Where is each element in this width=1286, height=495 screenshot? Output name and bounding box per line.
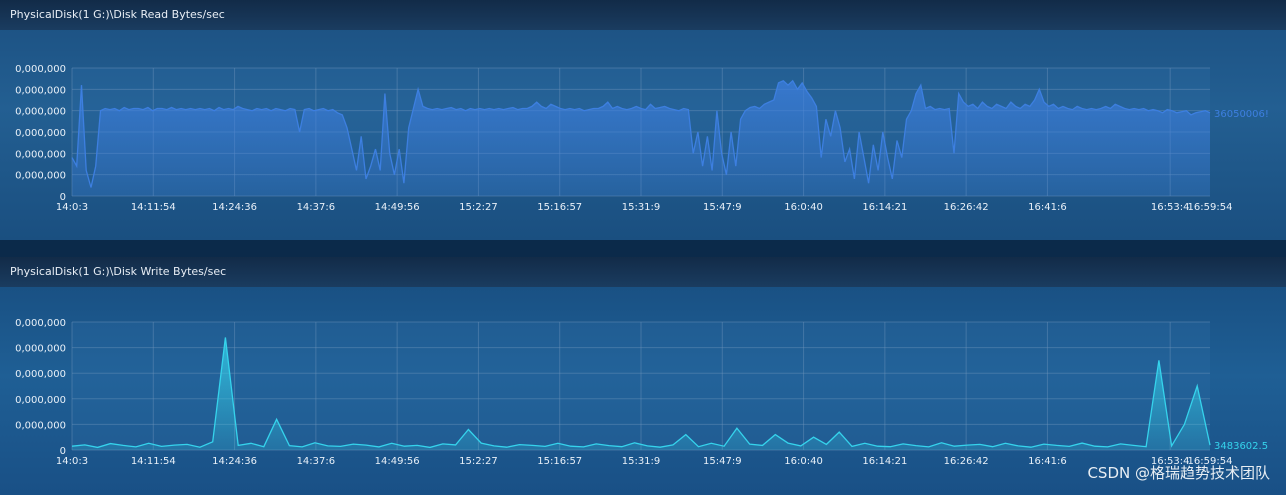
x-tick-label: 16:0:40 [784, 456, 823, 467]
write-chart-title: PhysicalDisk(1 G:)\Disk Write Bytes/sec [0, 257, 1286, 287]
x-tick-label: 15:2:27 [459, 202, 498, 213]
x-tick-label: 16:53:4 [1151, 202, 1190, 213]
y-tick-label: 0,000,000 [15, 171, 66, 182]
x-tick-label: 16:41:6 [1028, 202, 1067, 213]
x-tick-label: 14:24:36 [212, 456, 257, 467]
x-tick-label: 14:0:3 [56, 202, 88, 213]
x-tick-label: 14:0:3 [56, 456, 88, 467]
x-tick-label: 14:11:54 [131, 456, 176, 467]
x-tick-label: 16:26:42 [944, 456, 989, 467]
x-tick-label: 16:59:54 [1188, 202, 1233, 213]
x-tick-label: 15:16:57 [537, 202, 582, 213]
y-tick-label: 0,000,000 [15, 369, 66, 380]
read-bytes-chart: 00,000,0000,000,0000,000,0000,000,0000,0… [15, 64, 1269, 213]
x-tick-label: 15:31:9 [622, 456, 661, 467]
x-tick-label: 16:26:42 [944, 202, 989, 213]
y-tick-label: 0,000,000 [15, 344, 66, 355]
y-tick-label: 0,000,000 [15, 107, 66, 118]
x-tick-label: 14:49:56 [375, 202, 420, 213]
y-tick-label: 0,000,000 [15, 395, 66, 406]
last-value-label: 36050006! [1214, 109, 1269, 120]
x-tick-label: 16:41:6 [1028, 456, 1067, 467]
y-tick-label: 0,000,000 [15, 85, 66, 96]
x-tick-label: 14:24:36 [212, 202, 257, 213]
x-tick-label: 14:49:56 [375, 456, 420, 467]
x-tick-label: 15:47:9 [703, 456, 742, 467]
write-bytes-panel: PhysicalDisk(1 G:)\Disk Write Bytes/sec … [0, 257, 1286, 495]
x-tick-label: 15:47:9 [703, 202, 742, 213]
x-tick-label: 15:2:27 [459, 456, 498, 467]
read-bytes-panel: PhysicalDisk(1 G:)\Disk Read Bytes/sec 0… [0, 0, 1286, 240]
y-tick-label: 0,000,000 [15, 318, 66, 329]
last-value-label: 3483602.5 [1214, 441, 1268, 452]
read-chart-title: PhysicalDisk(1 G:)\Disk Read Bytes/sec [0, 0, 1286, 30]
y-tick-label: 0,000,000 [15, 64, 66, 75]
x-tick-label: 15:31:9 [622, 202, 661, 213]
x-tick-label: 14:37:6 [297, 202, 336, 213]
panel-separator [0, 240, 1286, 257]
y-tick-label: 0,000,000 [15, 128, 66, 139]
x-tick-label: 16:14:21 [862, 202, 907, 213]
y-tick-label: 0,000,000 [15, 149, 66, 160]
x-tick-label: 15:16:57 [537, 456, 582, 467]
x-tick-label: 16:14:21 [862, 456, 907, 467]
watermark-text: CSDN @格瑞趋势技术团队 [1087, 464, 1270, 482]
x-tick-label: 14:37:6 [297, 456, 336, 467]
x-tick-label: 14:11:54 [131, 202, 176, 213]
x-tick-label: 16:0:40 [784, 202, 823, 213]
y-tick-label: 0,000,000 [15, 420, 66, 431]
